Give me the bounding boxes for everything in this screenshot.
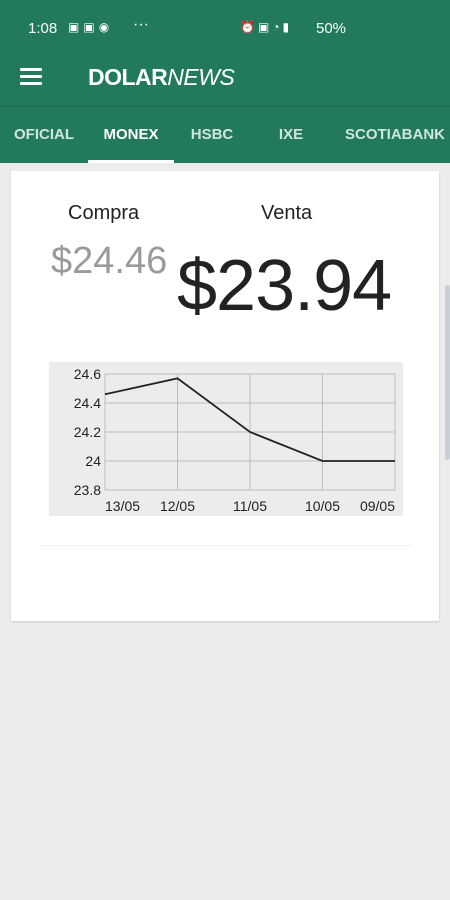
tab-monex[interactable]: MONEX <box>88 107 174 163</box>
y-tick-label: 24.4 <box>74 395 101 411</box>
tab-oficial[interactable]: OFICIAL <box>0 107 88 163</box>
exchange-rate-card: Compra Venta $24.46 $23.94 24.6 24.4 24.2 2… <box>11 171 439 621</box>
scrollbar[interactable] <box>445 285 450 460</box>
system-icons: ⏰▣◔▮ <box>240 20 292 34</box>
chart-svg: 24.6 24.4 24.2 24 23.813/05 12/05 11/05 10/05 09… <box>49 362 403 516</box>
app-bar: DOLARNEWS <box>0 56 450 106</box>
x-tick-label: 13/05 <box>105 498 140 514</box>
more-notifications: ··· <box>133 16 149 33</box>
app-logo: DOLARNEWS <box>88 64 235 90</box>
wifi-icon: ◔ <box>272 20 283 34</box>
image-icon: ▣ <box>68 20 84 34</box>
venta-value: $23.94 <box>177 246 392 326</box>
compra-label: Compra <box>68 202 140 224</box>
tab-ixe[interactable]: IXE <box>250 107 332 163</box>
rate-history-chart: 24.6 24.4 24.2 24 23.8 13/05 12/05 11/05 10/05 09… <box>49 362 403 516</box>
y-tick-label: 24 <box>85 453 101 469</box>
y-tick-label: 23.8 <box>74 482 101 498</box>
x-tick-label: 10/05 <box>305 498 340 514</box>
x-tick-label: 11/05 <box>233 498 267 514</box>
battery-level: 50% <box>316 20 347 37</box>
y-tick-label: 24.2 <box>74 424 101 440</box>
photo-icon: ▣ <box>83 20 99 34</box>
x-tick-label: 09/05 <box>360 498 395 514</box>
status-time: 1:08 <box>28 20 58 37</box>
bank-tabs: OFICIAL MONEX HSBC IXE SCOTIABANK <box>0 106 450 163</box>
status-bar: 1:08 ▣▣◉ ··· ⏰▣◔▮ 50% <box>0 0 450 56</box>
hamburger-menu-icon[interactable] <box>20 68 42 86</box>
tab-scotiabank[interactable]: SCOTIABANK <box>332 107 450 163</box>
notification-icons: ▣▣◉ <box>68 20 113 34</box>
nfc-icon: ▣ <box>257 20 273 34</box>
alarm-icon: ⏰ <box>240 20 258 34</box>
venta-label: Venta <box>261 202 313 224</box>
chart-background <box>49 362 403 516</box>
circle-icon: ◉ <box>98 20 114 34</box>
x-tick-label: 12/05 <box>160 498 195 514</box>
signal-icon: ▮ <box>282 20 293 34</box>
y-tick-label: 24.6 <box>74 366 101 382</box>
compra-value: $24.46 <box>51 240 168 282</box>
divider <box>41 545 413 546</box>
tab-hsbc[interactable]: HSBC <box>174 107 250 163</box>
